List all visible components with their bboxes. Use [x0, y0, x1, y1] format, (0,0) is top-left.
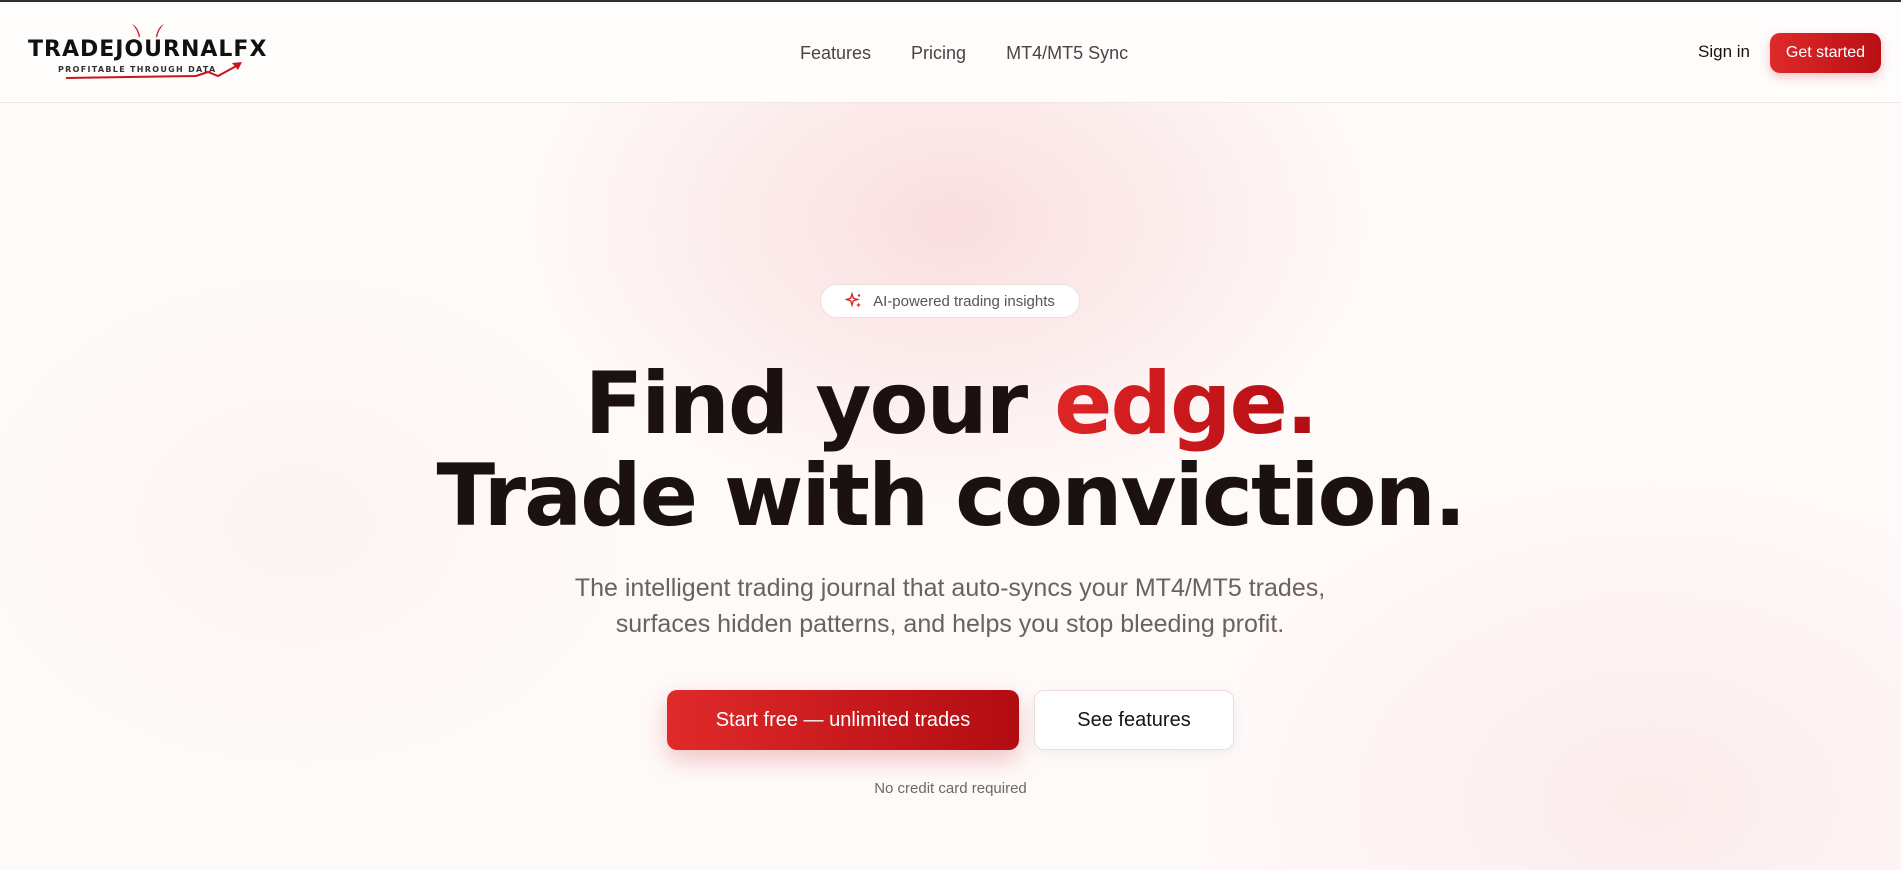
badge-text: AI-powered trading insights — [873, 292, 1055, 310]
brand-tagline: PROFITABLE THROUGH DATA — [58, 65, 217, 74]
nav-item-mt4-mt5-sync[interactable]: MT4/MT5 Sync — [1006, 43, 1128, 64]
headline-accent-word: edge. — [1054, 354, 1318, 454]
sparkle-icon — [845, 292, 862, 308]
headline-line2: Trade with conviction. — [436, 446, 1466, 546]
nav-item-features[interactable]: Features — [800, 43, 871, 64]
sign-in-link[interactable]: Sign in — [1698, 42, 1750, 62]
headline-line1-start: Find your — [584, 354, 1055, 454]
ai-insights-badge: AI-powered trading insights — [820, 284, 1080, 318]
hero-headline: Find your edge. Trade with conviction. — [0, 358, 1901, 542]
hero-subtitle: The intelligent trading journal that aut… — [500, 570, 1400, 642]
site-header: TRADEJOURNALFX PROFITABLE THROUGH DATA F… — [0, 2, 1901, 103]
get-started-button[interactable]: Get started — [1770, 33, 1881, 73]
nav-item-pricing[interactable]: Pricing — [911, 43, 966, 64]
brand-logo[interactable]: TRADEJOURNALFX PROFITABLE THROUGH DATA — [28, 22, 266, 82]
subtitle-line1: The intelligent trading journal that aut… — [574, 574, 1326, 602]
main-nav: Features Pricing MT4/MT5 Sync — [800, 38, 1128, 68]
brand-name: TRADEJOURNALFX — [28, 37, 268, 62]
see-features-button[interactable]: See features — [1034, 690, 1234, 750]
start-free-button[interactable]: Start free — unlimited trades — [667, 690, 1019, 750]
subtitle-line2: surfaces hidden patterns, and helps you … — [615, 610, 1285, 638]
no-credit-card-note: No credit card required — [874, 780, 1027, 797]
